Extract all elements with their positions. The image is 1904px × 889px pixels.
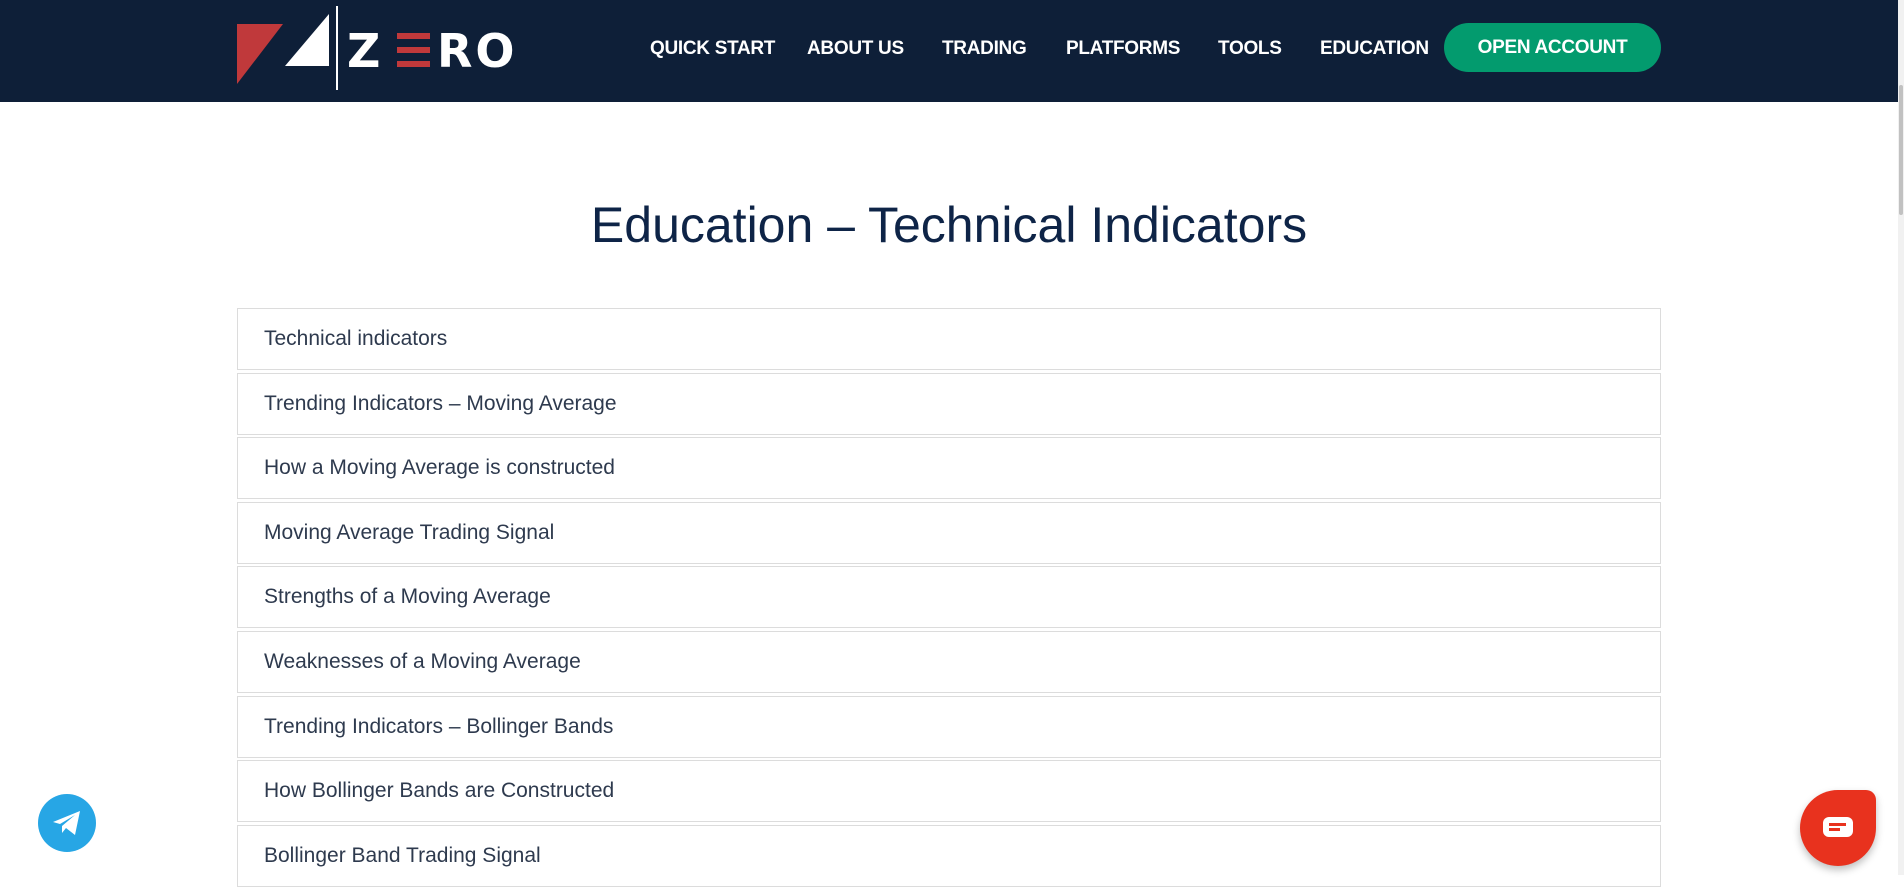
svg-text:Z: Z (347, 24, 383, 78)
nav-trading[interactable]: TRADING (942, 38, 1027, 60)
list-item[interactable]: Bollinger Band Trading Signal (237, 824, 1661, 887)
list-item[interactable]: Trending Indicators – Bollinger Bands (237, 695, 1661, 758)
nav-about-us[interactable]: ABOUT US (807, 38, 904, 60)
page-title: Education – Technical Indicators (590, 197, 1308, 253)
open-account-button[interactable]: OPEN ACCOUNT (1444, 23, 1661, 72)
site-header: Z RO QUICK START ABOUT US TRADING PLATFO… (0, 0, 1898, 102)
list-item[interactable]: Strengths of a Moving Average (237, 566, 1661, 629)
chat-button[interactable] (1800, 790, 1876, 866)
nav-quick-start[interactable]: QUICK START (650, 38, 775, 60)
nav-education[interactable]: EDUCATION (1320, 38, 1429, 60)
topic-list: Technical indicators Trending Indicators… (237, 308, 1661, 889)
telegram-icon (53, 811, 80, 835)
list-item[interactable]: How Bollinger Bands are Constructed (237, 760, 1661, 823)
nav-platforms[interactable]: PLATFORMS (1066, 38, 1180, 60)
scrollbar-thumb[interactable] (1899, 85, 1903, 215)
zero-logo[interactable]: Z RO (237, 6, 537, 90)
list-item[interactable]: Weaknesses of a Moving Average (237, 630, 1661, 693)
svg-text:RO: RO (437, 24, 518, 78)
list-item[interactable]: How a Moving Average is constructed (237, 437, 1661, 500)
list-item[interactable]: Technical indicators (237, 308, 1661, 370)
nav-tools[interactable]: TOOLS (1218, 38, 1282, 60)
chat-icon (1823, 817, 1853, 837)
list-item[interactable]: Moving Average Trading Signal (237, 501, 1661, 564)
telegram-button[interactable] (38, 794, 96, 852)
list-item[interactable]: Trending Indicators – Moving Average (237, 372, 1661, 435)
